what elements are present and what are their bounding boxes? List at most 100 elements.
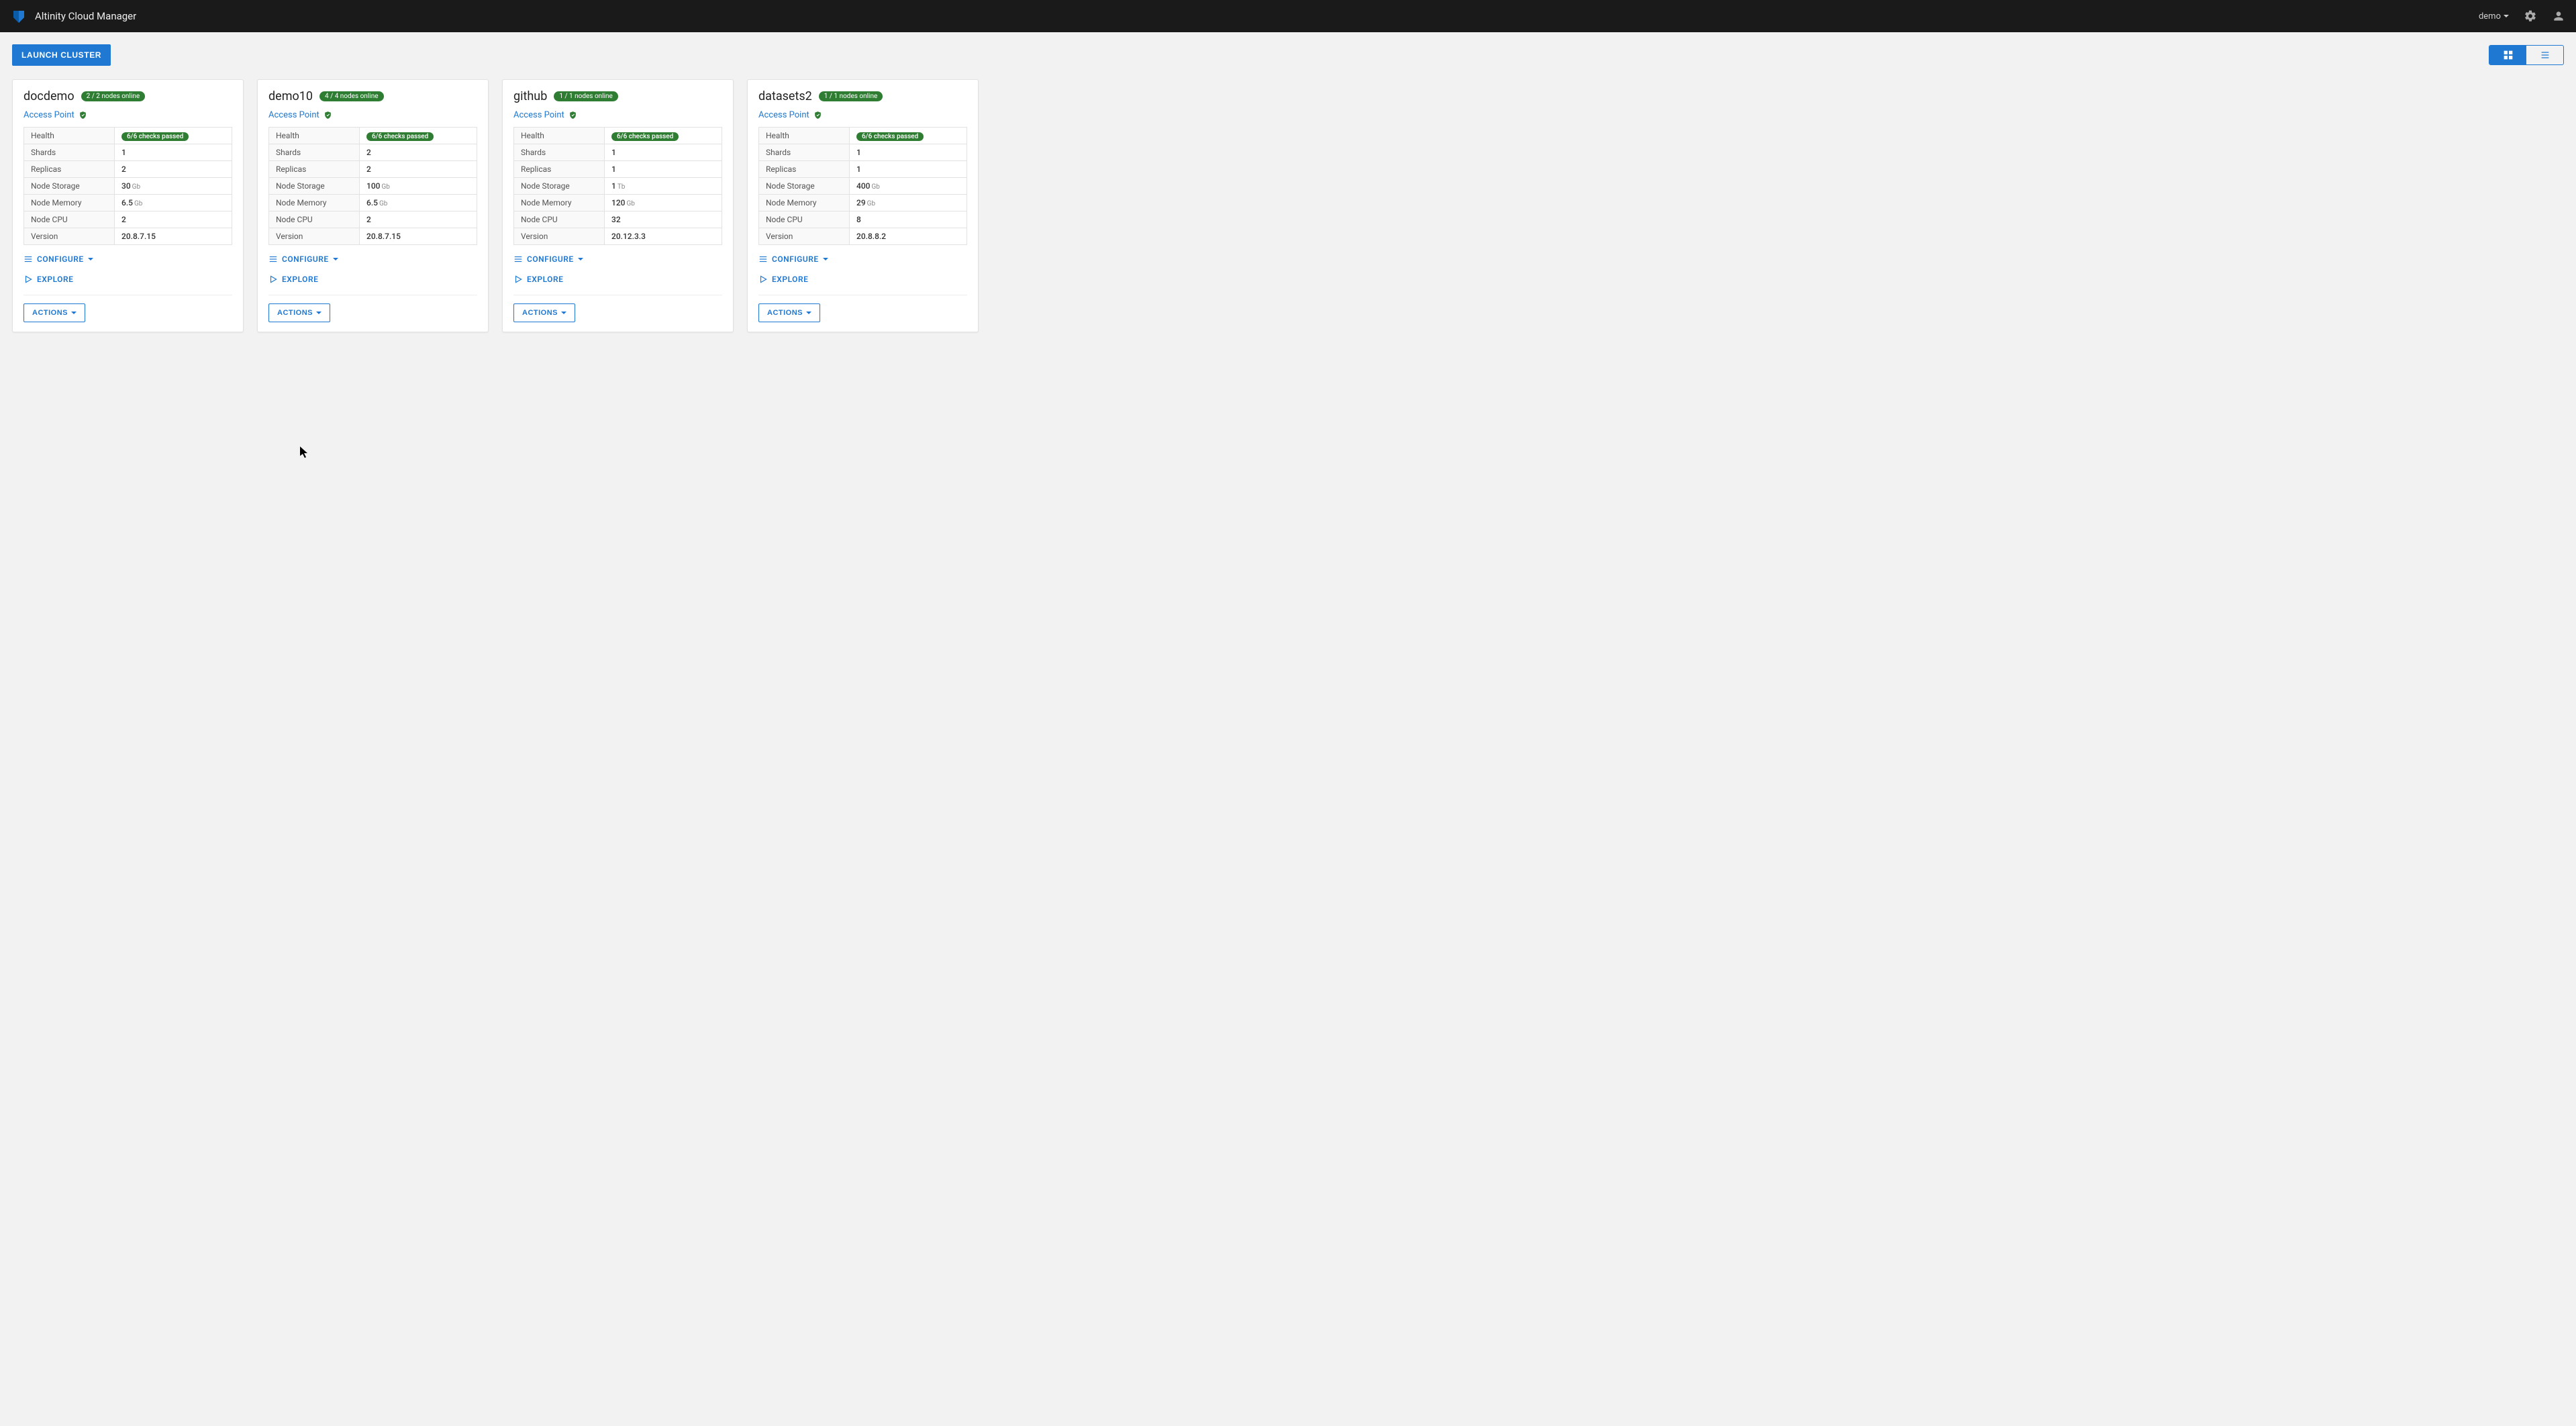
row-label-cpu: Node CPU bbox=[24, 211, 115, 228]
replicas-value: 2 bbox=[115, 161, 232, 178]
explore-link[interactable]: EXPLORE bbox=[513, 275, 722, 284]
shield-check-icon bbox=[324, 111, 332, 120]
row-label-replicas: Replicas bbox=[269, 161, 360, 178]
configure-label: CONFIGURE bbox=[282, 254, 329, 264]
shards-value: 1 bbox=[605, 144, 722, 161]
row-label-shards: Shards bbox=[269, 144, 360, 161]
version-value: 20.12.3.3 bbox=[605, 228, 722, 245]
cluster-card: demo10 4 / 4 nodes online Access Point H… bbox=[257, 79, 489, 332]
health-checks-pill: 6/6 checks passed bbox=[856, 132, 924, 141]
storage-value: 1Tb bbox=[605, 178, 722, 195]
row-label-version: Version bbox=[24, 228, 115, 245]
grid-view-button[interactable] bbox=[2489, 46, 2526, 64]
explore-link[interactable]: EXPLORE bbox=[268, 275, 477, 284]
health-checks-pill: 6/6 checks passed bbox=[611, 132, 679, 141]
row-label-memory: Node Memory bbox=[269, 195, 360, 211]
row-label-version: Version bbox=[759, 228, 850, 245]
current-user-label: demo bbox=[2479, 11, 2501, 21]
row-label-shards: Shards bbox=[759, 144, 850, 161]
explore-label: EXPLORE bbox=[772, 275, 808, 284]
cursor-icon bbox=[300, 446, 309, 459]
row-label-storage: Node Storage bbox=[24, 178, 115, 195]
storage-value: 100Gb bbox=[360, 178, 477, 195]
actions-button[interactable]: ACTIONS bbox=[23, 303, 85, 322]
health-checks-pill: 6/6 checks passed bbox=[121, 132, 189, 141]
actions-label: ACTIONS bbox=[767, 309, 803, 317]
configure-link[interactable]: CONFIGURE bbox=[268, 254, 477, 264]
shards-value: 2 bbox=[360, 144, 477, 161]
access-point-link[interactable]: Access Point bbox=[268, 110, 319, 120]
explore-label: EXPLORE bbox=[282, 275, 318, 284]
cpu-value: 32 bbox=[605, 211, 722, 228]
metrics-table: Health 6/6 checks passed Shards 1 Replic… bbox=[23, 127, 232, 245]
user-profile-icon[interactable] bbox=[2552, 9, 2565, 23]
row-label-replicas: Replicas bbox=[514, 161, 605, 178]
row-label-cpu: Node CPU bbox=[759, 211, 850, 228]
configure-label: CONFIGURE bbox=[772, 254, 819, 264]
nodes-online-pill: 4 / 4 nodes online bbox=[319, 91, 384, 101]
row-label-memory: Node Memory bbox=[759, 195, 850, 211]
configure-link[interactable]: CONFIGURE bbox=[758, 254, 967, 264]
nodes-online-pill: 2 / 2 nodes online bbox=[81, 91, 146, 101]
settings-gear-icon[interactable] bbox=[2524, 9, 2537, 23]
chevron-down-icon bbox=[316, 312, 321, 314]
actions-button[interactable]: ACTIONS bbox=[268, 303, 330, 322]
cluster-name: github bbox=[513, 89, 547, 103]
user-dropdown[interactable]: demo bbox=[2479, 11, 2509, 21]
configure-link[interactable]: CONFIGURE bbox=[23, 254, 232, 264]
brand[interactable]: Altinity Cloud Manager bbox=[11, 8, 136, 24]
row-label-shards: Shards bbox=[514, 144, 605, 161]
cluster-card: docdemo 2 / 2 nodes online Access Point … bbox=[12, 79, 244, 332]
launch-cluster-button[interactable]: LAUNCH CLUSTER bbox=[12, 44, 111, 66]
chevron-down-icon bbox=[561, 312, 566, 314]
cluster-name: datasets2 bbox=[758, 89, 812, 103]
chevron-down-icon bbox=[2504, 15, 2509, 17]
access-point-link[interactable]: Access Point bbox=[758, 110, 809, 120]
version-value: 20.8.7.15 bbox=[115, 228, 232, 245]
row-label-cpu: Node CPU bbox=[269, 211, 360, 228]
nodes-online-pill: 1 / 1 nodes online bbox=[554, 91, 618, 101]
access-point-link[interactable]: Access Point bbox=[23, 110, 75, 120]
shards-value: 1 bbox=[115, 144, 232, 161]
configure-link[interactable]: CONFIGURE bbox=[513, 254, 722, 264]
row-label-replicas: Replicas bbox=[24, 161, 115, 178]
cpu-value: 2 bbox=[360, 211, 477, 228]
cluster-name: demo10 bbox=[268, 89, 313, 103]
cluster-card-grid: docdemo 2 / 2 nodes online Access Point … bbox=[0, 66, 2576, 346]
list-view-button[interactable] bbox=[2526, 46, 2563, 64]
explore-link[interactable]: EXPLORE bbox=[23, 275, 232, 284]
metrics-table: Health 6/6 checks passed Shards 1 Replic… bbox=[513, 127, 722, 245]
nodes-online-pill: 1 / 1 nodes online bbox=[819, 91, 883, 101]
cpu-value: 2 bbox=[115, 211, 232, 228]
replicas-value: 1 bbox=[605, 161, 722, 178]
explore-link[interactable]: EXPLORE bbox=[758, 275, 967, 284]
chevron-down-icon bbox=[806, 312, 811, 314]
chevron-down-icon bbox=[578, 258, 583, 260]
row-label-storage: Node Storage bbox=[269, 178, 360, 195]
storage-value: 30Gb bbox=[115, 178, 232, 195]
access-point-link[interactable]: Access Point bbox=[513, 110, 564, 120]
toolbar: LAUNCH CLUSTER bbox=[0, 32, 2576, 66]
configure-label: CONFIGURE bbox=[527, 254, 574, 264]
row-label-health: Health bbox=[269, 128, 360, 144]
cluster-card: github 1 / 1 nodes online Access Point H… bbox=[502, 79, 734, 332]
explore-label: EXPLORE bbox=[37, 275, 73, 284]
memory-value: 29Gb bbox=[850, 195, 967, 211]
shield-check-icon bbox=[568, 111, 577, 120]
actions-label: ACTIONS bbox=[32, 309, 68, 317]
explore-label: EXPLORE bbox=[527, 275, 563, 284]
actions-button[interactable]: ACTIONS bbox=[513, 303, 575, 322]
row-label-memory: Node Memory bbox=[514, 195, 605, 211]
replicas-value: 1 bbox=[850, 161, 967, 178]
chevron-down-icon bbox=[71, 312, 77, 314]
view-toggle bbox=[2489, 45, 2564, 65]
actions-button[interactable]: ACTIONS bbox=[758, 303, 820, 322]
altinity-logo-icon bbox=[11, 8, 27, 24]
storage-value: 400Gb bbox=[850, 178, 967, 195]
row-label-version: Version bbox=[514, 228, 605, 245]
shards-value: 1 bbox=[850, 144, 967, 161]
row-label-shards: Shards bbox=[24, 144, 115, 161]
row-label-cpu: Node CPU bbox=[514, 211, 605, 228]
row-label-health: Health bbox=[24, 128, 115, 144]
replicas-value: 2 bbox=[360, 161, 477, 178]
